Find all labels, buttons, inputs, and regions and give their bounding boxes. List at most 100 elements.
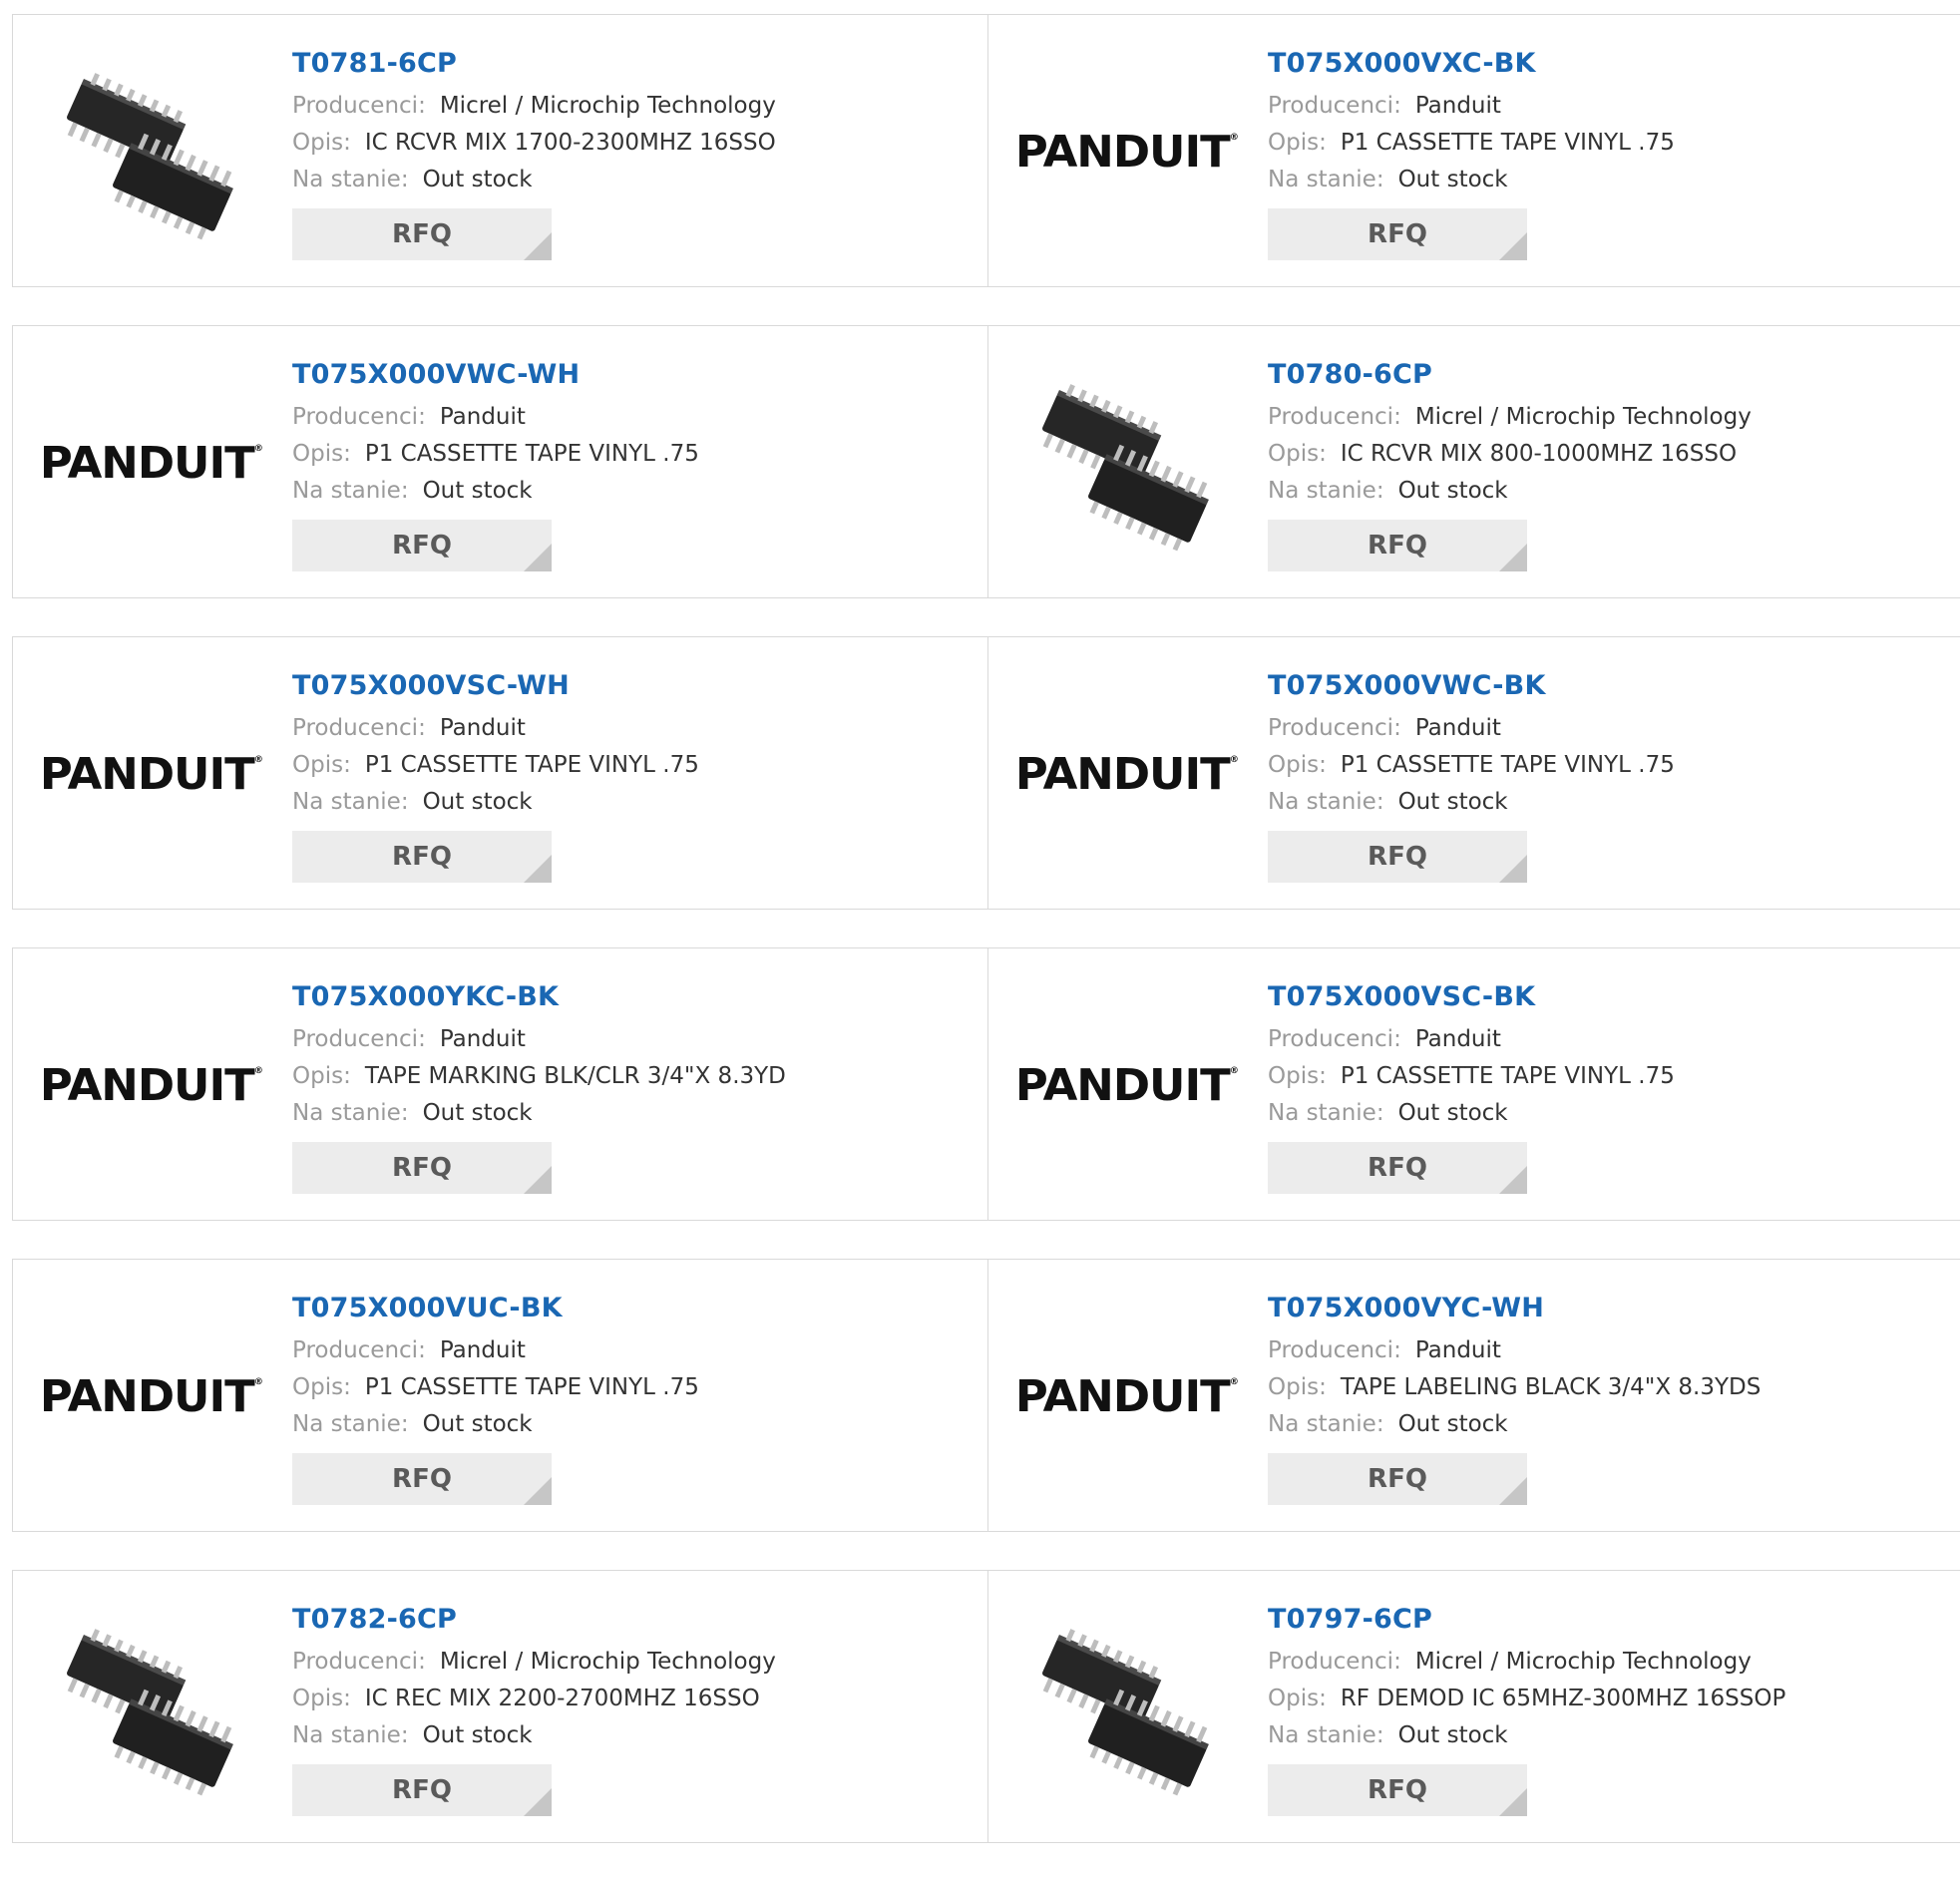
product-image[interactable]: PANDUIT® xyxy=(39,674,263,874)
panduit-logo: PANDUIT® xyxy=(1014,126,1238,178)
corner-triangle-icon xyxy=(524,544,552,571)
rfq-button[interactable]: RFQ xyxy=(292,831,552,883)
manufacturer-value: Panduit xyxy=(439,1337,526,1363)
description-line: Opis: P1 CASSETTE TAPE VINYL .75 xyxy=(1268,1058,1675,1095)
corner-triangle-icon xyxy=(524,232,552,260)
rfq-button[interactable]: RFQ xyxy=(292,1453,552,1505)
product-card: PANDUIT® T075X000YKC-BK Producenci: Pandu… xyxy=(13,948,987,1220)
rfq-label: RFQ xyxy=(1368,1775,1427,1805)
rfq-button[interactable]: RFQ xyxy=(1268,520,1527,571)
product-row: PANDUIT® T075X000YKC-BK Producenci: Pandu… xyxy=(12,947,1960,1221)
corner-triangle-icon xyxy=(1499,544,1527,571)
stock-value: Out stock xyxy=(1397,1100,1508,1126)
panduit-logo-text: PANDUIT xyxy=(39,1370,254,1422)
rfq-button[interactable]: RFQ xyxy=(292,1142,552,1194)
manufacturer-line: Producenci: Micrel / Microchip Technology xyxy=(292,88,776,125)
part-number-link[interactable]: T075X000YKC-BK xyxy=(292,978,786,1016)
chip-icon xyxy=(67,1629,233,1796)
part-number-link[interactable]: T075X000VWC-WH xyxy=(292,356,699,394)
manufacturer-value: Micrel / Microchip Technology xyxy=(1414,1649,1752,1675)
corner-triangle-icon xyxy=(1499,855,1527,883)
rfq-button[interactable]: RFQ xyxy=(292,520,552,571)
description-value: P1 CASSETTE TAPE VINYL .75 xyxy=(1340,752,1675,778)
product-card: PANDUIT® T075X000VSC-WH Producenci: Pandu… xyxy=(13,637,987,909)
manufacturer-line: Producenci: Panduit xyxy=(1268,710,1675,747)
product-row: T0781-6CP Producenci: Micrel / Microchip … xyxy=(12,14,1960,287)
part-number-link[interactable]: T0797-6CP xyxy=(1268,1601,1785,1639)
rfq-button[interactable]: RFQ xyxy=(1268,208,1527,260)
rfq-button[interactable]: RFQ xyxy=(1268,831,1527,883)
rfq-button[interactable]: RFQ xyxy=(1268,1453,1527,1505)
registered-mark-icon: ® xyxy=(253,1376,262,1387)
description-value: IC RCVR MIX 800-1000MHZ 16SSO xyxy=(1340,441,1738,467)
part-number-link[interactable]: T075X000VSC-WH xyxy=(292,667,699,705)
rfq-button[interactable]: RFQ xyxy=(292,1764,552,1816)
product-image[interactable]: PANDUIT® xyxy=(39,985,263,1185)
stock-value: Out stock xyxy=(422,1722,533,1748)
part-number-link[interactable]: T075X000VSC-BK xyxy=(1268,978,1675,1016)
part-number-link[interactable]: T0781-6CP xyxy=(292,45,776,83)
product-image[interactable] xyxy=(1026,1608,1226,1807)
stock-label: Na stanie: xyxy=(1268,478,1384,504)
product-info: T075X000VWC-WH Producenci: Panduit Opis: P… xyxy=(292,356,699,571)
part-number-link[interactable]: T075X000VYC-WH xyxy=(1268,1290,1761,1327)
product-row: PANDUIT® T075X000VUC-BK Producenci: Pandu… xyxy=(12,1259,1960,1532)
stock-label: Na stanie: xyxy=(1268,167,1384,192)
stock-value: Out stock xyxy=(1397,478,1508,504)
registered-mark-icon: ® xyxy=(253,1065,262,1076)
panduit-logo-text: PANDUIT xyxy=(1014,126,1230,178)
description-value: P1 CASSETTE TAPE VINYL .75 xyxy=(1340,1063,1675,1089)
part-number-link[interactable]: T075X000VUC-BK xyxy=(292,1290,699,1327)
part-number-link[interactable]: T0780-6CP xyxy=(1268,356,1752,394)
product-card: T0780-6CP Producenci: Micrel / Microchip … xyxy=(987,326,1960,597)
description-line: Opis: P1 CASSETTE TAPE VINYL .75 xyxy=(1268,125,1675,162)
description-label: Opis: xyxy=(1268,1686,1327,1711)
description-line: Opis: IC RCVR MIX 1700-2300MHZ 16SSO xyxy=(292,125,776,162)
description-line: Opis: IC RCVR MIX 800-1000MHZ 16SSO xyxy=(1268,436,1752,473)
product-image[interactable] xyxy=(1026,363,1226,563)
product-image[interactable] xyxy=(51,1608,250,1807)
corner-triangle-icon xyxy=(1499,1477,1527,1505)
stock-line: Na stanie: Out stock xyxy=(292,162,776,198)
corner-triangle-icon xyxy=(1499,1166,1527,1194)
product-image[interactable]: PANDUIT® xyxy=(1014,1297,1239,1496)
manufacturer-label: Producenci: xyxy=(1268,1649,1401,1675)
stock-line: Na stanie: Out stock xyxy=(1268,1406,1761,1443)
rfq-button[interactable]: RFQ xyxy=(1268,1142,1527,1194)
stock-line: Na stanie: Out stock xyxy=(1268,784,1675,821)
product-row: T0782-6CP Producenci: Micrel / Microchip … xyxy=(12,1570,1960,1843)
rfq-button[interactable]: RFQ xyxy=(292,208,552,260)
part-number-link[interactable]: T0782-6CP xyxy=(292,1601,776,1639)
rfq-button[interactable]: RFQ xyxy=(1268,1764,1527,1816)
manufacturer-label: Producenci: xyxy=(1268,715,1401,741)
manufacturer-line: Producenci: Micrel / Microchip Technology xyxy=(292,1644,776,1681)
part-number-link[interactable]: T075X000VXC-BK xyxy=(1268,45,1675,83)
part-number-link[interactable]: T075X000VWC-BK xyxy=(1268,667,1675,705)
manufacturer-value: Panduit xyxy=(1414,93,1501,119)
panduit-logo-text: PANDUIT xyxy=(39,437,254,489)
stock-value: Out stock xyxy=(1397,789,1508,815)
product-info: T0781-6CP Producenci: Micrel / Microchip … xyxy=(292,45,776,260)
product-image[interactable]: PANDUIT® xyxy=(1014,985,1239,1185)
manufacturer-line: Producenci: Panduit xyxy=(1268,1021,1675,1058)
product-image[interactable]: PANDUIT® xyxy=(39,1297,263,1496)
stock-line: Na stanie: Out stock xyxy=(292,1406,699,1443)
stock-value: Out stock xyxy=(1397,1411,1508,1437)
panduit-logo-text: PANDUIT xyxy=(1014,748,1230,800)
product-info: T075X000VUC-BK Producenci: Panduit Opis: P… xyxy=(292,1290,699,1505)
description-value: P1 CASSETTE TAPE VINYL .75 xyxy=(364,1374,699,1400)
product-image[interactable]: PANDUIT® xyxy=(1014,674,1239,874)
stock-line: Na stanie: Out stock xyxy=(1268,1717,1785,1754)
panduit-logo: PANDUIT® xyxy=(39,1370,262,1422)
manufacturer-line: Producenci: Panduit xyxy=(1268,1332,1761,1369)
product-image[interactable]: PANDUIT® xyxy=(39,363,263,563)
rfq-label: RFQ xyxy=(392,219,452,249)
product-grid: T0781-6CP Producenci: Micrel / Microchip … xyxy=(12,14,1960,1881)
product-image[interactable]: PANDUIT® xyxy=(1014,52,1239,251)
corner-triangle-icon xyxy=(1499,232,1527,260)
manufacturer-value: Panduit xyxy=(439,1026,526,1052)
stock-label: Na stanie: xyxy=(292,1411,409,1437)
product-image[interactable] xyxy=(51,52,250,251)
manufacturer-label: Producenci: xyxy=(292,1337,426,1363)
registered-mark-icon: ® xyxy=(1229,132,1238,143)
